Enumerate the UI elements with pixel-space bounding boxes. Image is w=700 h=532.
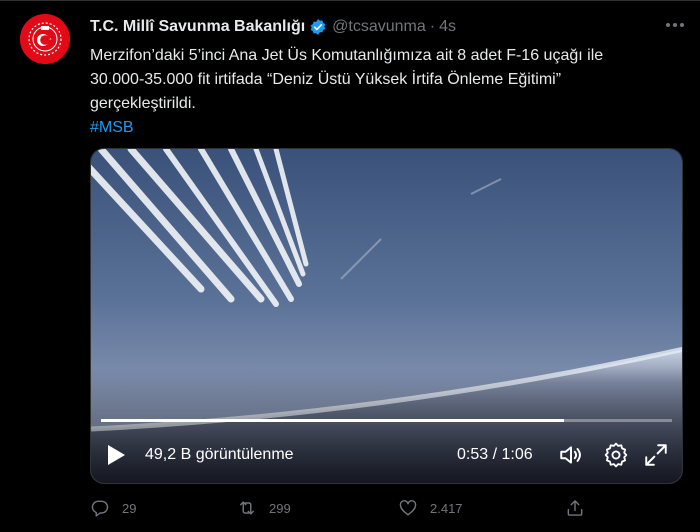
avatar[interactable] bbox=[20, 14, 70, 64]
view-count: 49,2 B görüntülenme bbox=[145, 446, 294, 463]
fullscreen-icon[interactable] bbox=[643, 442, 669, 468]
like-button[interactable]: 2.417 bbox=[398, 496, 463, 520]
tweet-text: Merzifon’daki 5’inci Ana Jet Üs Komutanl… bbox=[90, 44, 670, 140]
author-handle[interactable]: @tcsavunma bbox=[332, 18, 426, 36]
progress-fill bbox=[101, 419, 564, 422]
more-options-icon[interactable] bbox=[660, 14, 690, 36]
like-icon bbox=[399, 500, 417, 516]
verified-badge-icon bbox=[310, 19, 326, 35]
retweet-icon bbox=[240, 501, 254, 515]
reply-count: 29 bbox=[122, 500, 137, 516]
progress-bar[interactable] bbox=[101, 419, 672, 422]
hashtag-link[interactable]: #MSB bbox=[90, 116, 670, 140]
retweet-count: 299 bbox=[269, 500, 291, 516]
tweet-timestamp[interactable]: 4s bbox=[439, 18, 456, 36]
top-divider bbox=[0, 0, 700, 1]
reply-button[interactable]: 29 bbox=[90, 496, 136, 520]
time-display: 0:53 / 1:06 bbox=[457, 446, 533, 463]
video-controls: 49,2 B görüntülenme 0:53 / 1:06 bbox=[91, 425, 682, 483]
share-button[interactable] bbox=[565, 496, 585, 520]
action-bar: 29 299 2.417 bbox=[90, 496, 680, 520]
reply-icon bbox=[91, 500, 109, 517]
like-count: 2.417 bbox=[430, 500, 463, 516]
separator-dot: · bbox=[429, 18, 436, 35]
volume-icon[interactable] bbox=[558, 442, 584, 468]
tweet-text-line: gerçekleştirildi. bbox=[90, 95, 196, 112]
video-player[interactable]: 49,2 B görüntülenme 0:53 / 1:06 bbox=[90, 148, 683, 484]
settings-icon[interactable] bbox=[603, 442, 629, 468]
share-icon bbox=[567, 500, 583, 516]
retweet-button[interactable]: 299 bbox=[237, 496, 291, 520]
tweet-header: T.C. Millî Savunma Bakanlığı @tcsavunma … bbox=[90, 16, 456, 38]
msb-emblem-icon bbox=[20, 14, 70, 64]
tweet-text-line: 30.000-35.000 fit irtifada “Deniz Üstü Y… bbox=[90, 71, 562, 88]
author-name[interactable]: T.C. Millî Savunma Bakanlığı bbox=[90, 18, 305, 36]
play-icon[interactable] bbox=[105, 443, 127, 467]
tweet-text-line: Merzifon’daki 5’inci Ana Jet Üs Komutanl… bbox=[90, 47, 604, 64]
